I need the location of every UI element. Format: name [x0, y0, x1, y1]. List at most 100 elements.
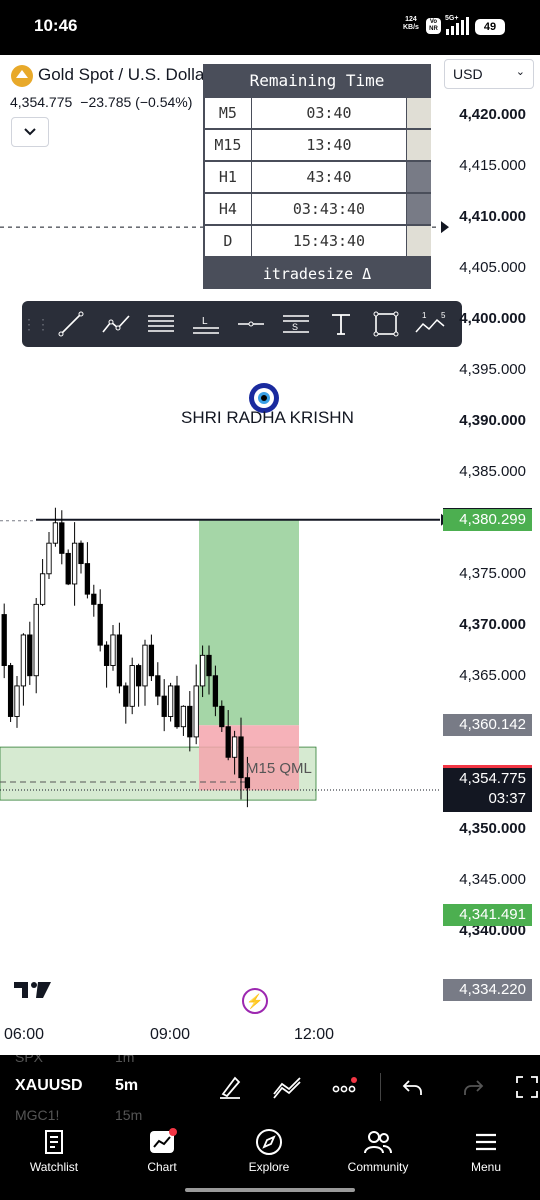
countdown-progress-cell — [407, 226, 431, 256]
nav-watchlist[interactable]: Watchlist — [9, 1126, 99, 1174]
scroll-interval-below: 15m — [115, 1107, 143, 1120]
rectangle-tool[interactable] — [363, 301, 408, 347]
candle — [193, 685, 199, 738]
tradingview-logo[interactable] — [14, 980, 52, 1005]
horizontal-line-tool[interactable] — [228, 301, 273, 347]
short-position-tool[interactable]: S — [273, 301, 318, 347]
drag-handle-icon[interactable]: ⋮⋮ — [22, 301, 50, 347]
path-tool[interactable] — [93, 301, 138, 347]
svg-text:5: 5 — [441, 311, 446, 320]
price-change: −23.785 (−0.54%) — [80, 94, 193, 110]
time-axis-label: 09:00 — [150, 1026, 191, 1043]
brush-icon — [220, 1076, 241, 1099]
symbol-quote: 4,354.775 −23.785 (−0.54%) — [10, 94, 192, 110]
short-position-icon: S — [282, 315, 309, 333]
remaining-time-row: M5 03:40 — [205, 98, 431, 129]
candle — [180, 705, 187, 728]
candle — [212, 675, 219, 707]
chevron-down-icon: ⌄ — [515, 66, 525, 78]
svg-text:L: L — [202, 316, 208, 327]
scroll-symbol-above: SPX — [15, 1055, 44, 1065]
parallel-channel-tool[interactable] — [138, 301, 183, 347]
nav-menu[interactable]: Menu — [441, 1126, 531, 1174]
candle — [187, 705, 193, 738]
redo-button[interactable] — [458, 1073, 488, 1101]
indicators-button[interactable] — [272, 1073, 302, 1101]
candle — [123, 685, 129, 707]
chart-area[interactable]: Gold Spot / U.S. Dollar 4,354.775 −23.785… — [0, 55, 540, 1055]
svg-text:1: 1 — [422, 311, 427, 320]
long-position-icon: L — [192, 316, 219, 334]
candle — [78, 542, 84, 565]
chart-caption: SHRI RADHA KRISHN — [181, 408, 354, 427]
more-button[interactable] — [330, 1073, 360, 1101]
long-position-tool[interactable]: L — [183, 301, 228, 347]
price-axis-label: 4,415.000 — [459, 156, 526, 174]
candle — [161, 695, 167, 717]
price-axis-label: 4,390.000 — [459, 411, 526, 429]
fullscreen-icon — [516, 1076, 538, 1098]
text-tool[interactable] — [318, 301, 363, 347]
candle — [84, 563, 91, 595]
chevron-down-icon — [24, 128, 36, 136]
compass-icon — [256, 1129, 282, 1155]
candle — [71, 542, 78, 585]
price-axis-label: 4,395.000 — [459, 360, 526, 378]
timeframe-countdown: 13:40 — [251, 130, 407, 160]
svg-text:S: S — [292, 322, 298, 332]
qml-zone-label: M15 QML — [246, 760, 312, 777]
community-icon — [364, 1131, 392, 1154]
currency-select[interactable]: USD ⌄ — [444, 59, 534, 89]
fullscreen-button[interactable] — [512, 1073, 540, 1101]
countdown-progress-cell — [407, 130, 431, 160]
timeframe-label: H1 — [205, 162, 251, 192]
nav-chart[interactable]: Chart — [117, 1126, 207, 1174]
price-line-arrow-icon — [441, 221, 449, 234]
undo-button[interactable] — [398, 1073, 428, 1101]
candle — [231, 736, 238, 758]
price-axis-label: 4,410.000 — [459, 207, 526, 225]
symbol-title[interactable]: Gold Spot / U.S. Dollar — [38, 65, 210, 85]
current-price-value: 4,354.775 — [459, 769, 526, 787]
drawing-tools-button[interactable] — [215, 1073, 245, 1101]
price-tag: 4,380.299 — [443, 508, 532, 531]
price-axis-label: 4,350.000 — [459, 819, 526, 837]
timeframe-countdown: 03:43:40 — [251, 194, 407, 224]
remaining-time-footer: itradesize Δ — [262, 265, 372, 283]
collapse-legend-button[interactable] — [11, 117, 49, 147]
elliott-wave-tool[interactable]: 15 — [408, 301, 453, 347]
flash-icon[interactable]: ⚡ — [242, 988, 268, 1014]
candle — [91, 593, 97, 605]
toolbar-divider — [380, 1073, 381, 1101]
candle — [39, 573, 46, 605]
volte-icon: Vo NR — [426, 18, 441, 34]
trend-line-icon — [58, 311, 83, 337]
remaining-time-row: D 15:43:40 — [205, 226, 431, 257]
network-speed: 124 KB/s — [403, 16, 419, 31]
scroll-interval-above: 1m — [115, 1055, 135, 1065]
candle — [52, 522, 59, 544]
path-icon — [101, 315, 130, 333]
candle — [225, 726, 231, 758]
timeframe-label: H4 — [205, 194, 251, 224]
more-icon — [332, 1077, 357, 1093]
nav-community[interactable]: Community — [333, 1126, 423, 1174]
interval-selector[interactable]: 5m — [115, 1077, 138, 1095]
rectangle-icon — [373, 311, 398, 337]
symbol-selector[interactable]: XAUUSD — [15, 1077, 83, 1095]
price-axis-label: 4,400.000 — [459, 309, 526, 327]
timeframe-label: D — [205, 226, 251, 256]
elliott-wave-icon: 15 — [414, 311, 446, 333]
remaining-time-table: Remaining Time M5 03:40 M15 13:40 H1 43:40 H4 0… — [203, 64, 431, 289]
trend-line-tool[interactable] — [48, 301, 93, 347]
signal-icon: 5G+ — [445, 15, 471, 36]
candle — [46, 542, 52, 575]
countdown-progress-cell — [407, 162, 431, 192]
candle — [199, 654, 206, 687]
home-indicator[interactable] — [185, 1188, 355, 1192]
countdown-progress-cell — [407, 98, 431, 128]
bar-countdown: 03:37 — [488, 789, 526, 807]
nav-explore[interactable]: Explore — [224, 1126, 314, 1174]
candle — [135, 665, 142, 687]
candle — [27, 634, 33, 677]
